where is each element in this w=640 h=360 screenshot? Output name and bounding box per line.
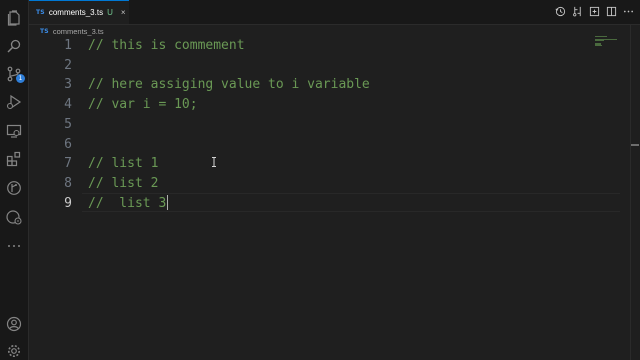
open-changes-icon[interactable] [589,6,600,18]
more-icon[interactable] [6,237,22,253]
code-text-active[interactable]: // list 3 [88,194,169,214]
line-number: 8 [64,175,72,191]
code-line[interactable]: 5 [29,115,629,135]
minimap[interactable] [595,36,625,46]
line-number: 1 [64,38,72,53]
vertical-scrollbar[interactable] [630,24,640,360]
split-editor-icon[interactable] [606,6,617,18]
code-line[interactable]: 7 // list 1 [29,154,629,174]
close-icon[interactable]: × [121,8,126,17]
code-text[interactable]: // var i = 10; [88,95,198,115]
remote-explorer-icon[interactable] [6,123,22,139]
editor-actions [555,6,634,18]
code-text[interactable]: // this is commement [88,36,245,56]
untracked-badge: U [107,8,113,17]
activity-bar: 1 [0,0,29,360]
line-number: 4 [64,97,72,113]
line-number: 7 [64,156,72,172]
account-icon[interactable] [6,316,22,332]
vscode-window: 1 TS comments_3.ts U × TS comments_3.ts … [0,0,640,360]
minimap-line [595,45,602,46]
breadcrumb-file[interactable]: comments_3.ts [53,27,104,36]
code-line-active[interactable]: 9 // list 3 [29,194,629,214]
compare-changes-icon[interactable] [572,6,583,18]
run-debug-icon[interactable] [6,94,22,110]
code-text[interactable]: // list 2 [88,174,158,194]
line-number: 2 [64,57,72,73]
code-text[interactable]: // list 3 [88,196,166,211]
typescript-file-icon: TS [40,27,49,35]
line-number: 3 [64,77,72,93]
source-control-badge: 1 [16,74,25,83]
text-cursor [167,194,169,210]
tab-label: comments_3.ts [48,8,104,17]
code-line[interactable]: 4 // var i = 10; [29,95,629,115]
code-line[interactable]: 2 [29,56,629,76]
more-actions-icon[interactable] [623,6,634,18]
scrollbar-cursor-marker [631,144,639,146]
minimap-line [595,40,604,41]
code-line[interactable]: 6 [29,135,629,155]
git-graph-icon[interactable] [6,180,22,196]
line-number: 6 [64,136,72,152]
code-editor[interactable]: 1 // this is commement 2 3 // here assig… [29,36,629,360]
line-number: 5 [64,116,72,132]
code-line[interactable]: 8 // list 2 [29,174,629,194]
code-line[interactable]: 3 // here assiging value to i variable [29,75,629,95]
code-text[interactable]: // here assiging value to i variable [88,75,370,95]
extensions-icon[interactable] [6,151,22,167]
code-text[interactable]: // list 1 [88,154,158,174]
typescript-file-icon: TS [36,9,45,16]
line-number: 9 [64,195,72,211]
settings-gear-icon[interactable] [6,343,22,359]
editor-tab-bar: TS comments_3.ts U × [29,0,640,25]
timeline-icon[interactable] [555,6,566,18]
mouse-ibeam-icon [211,154,217,167]
tab-comments-3-ts[interactable]: TS comments_3.ts U × [29,0,129,24]
minimap-line [595,36,607,37]
code-line[interactable]: 1 // this is commement [29,36,629,56]
docker-icon[interactable] [6,209,22,225]
explorer-icon[interactable] [6,10,22,26]
search-icon[interactable] [6,38,22,54]
